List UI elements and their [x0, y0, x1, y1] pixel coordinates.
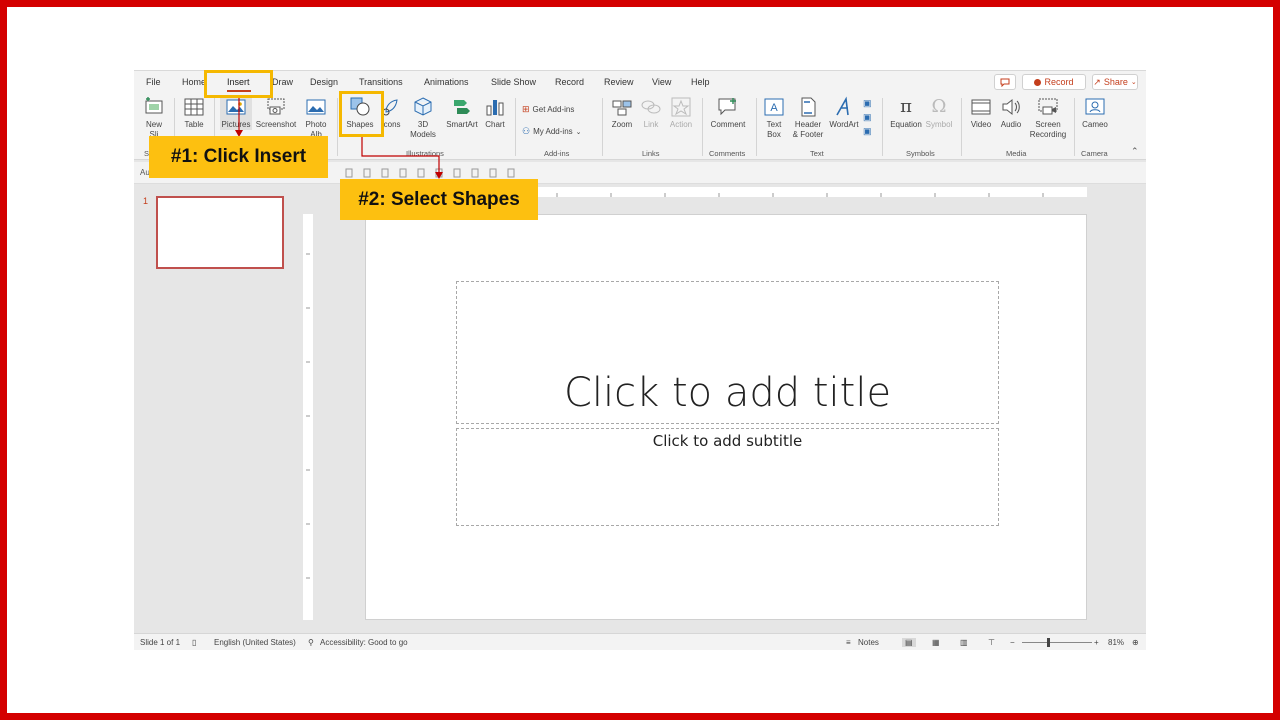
arrow-head-shapes: [435, 172, 443, 179]
callout-step2: #2: Select Shapes: [340, 179, 538, 220]
arrow-line-shapes: [361, 137, 440, 173]
callout-arrows: [235, 98, 443, 179]
callout-step1: #1: Click Insert: [149, 136, 328, 178]
